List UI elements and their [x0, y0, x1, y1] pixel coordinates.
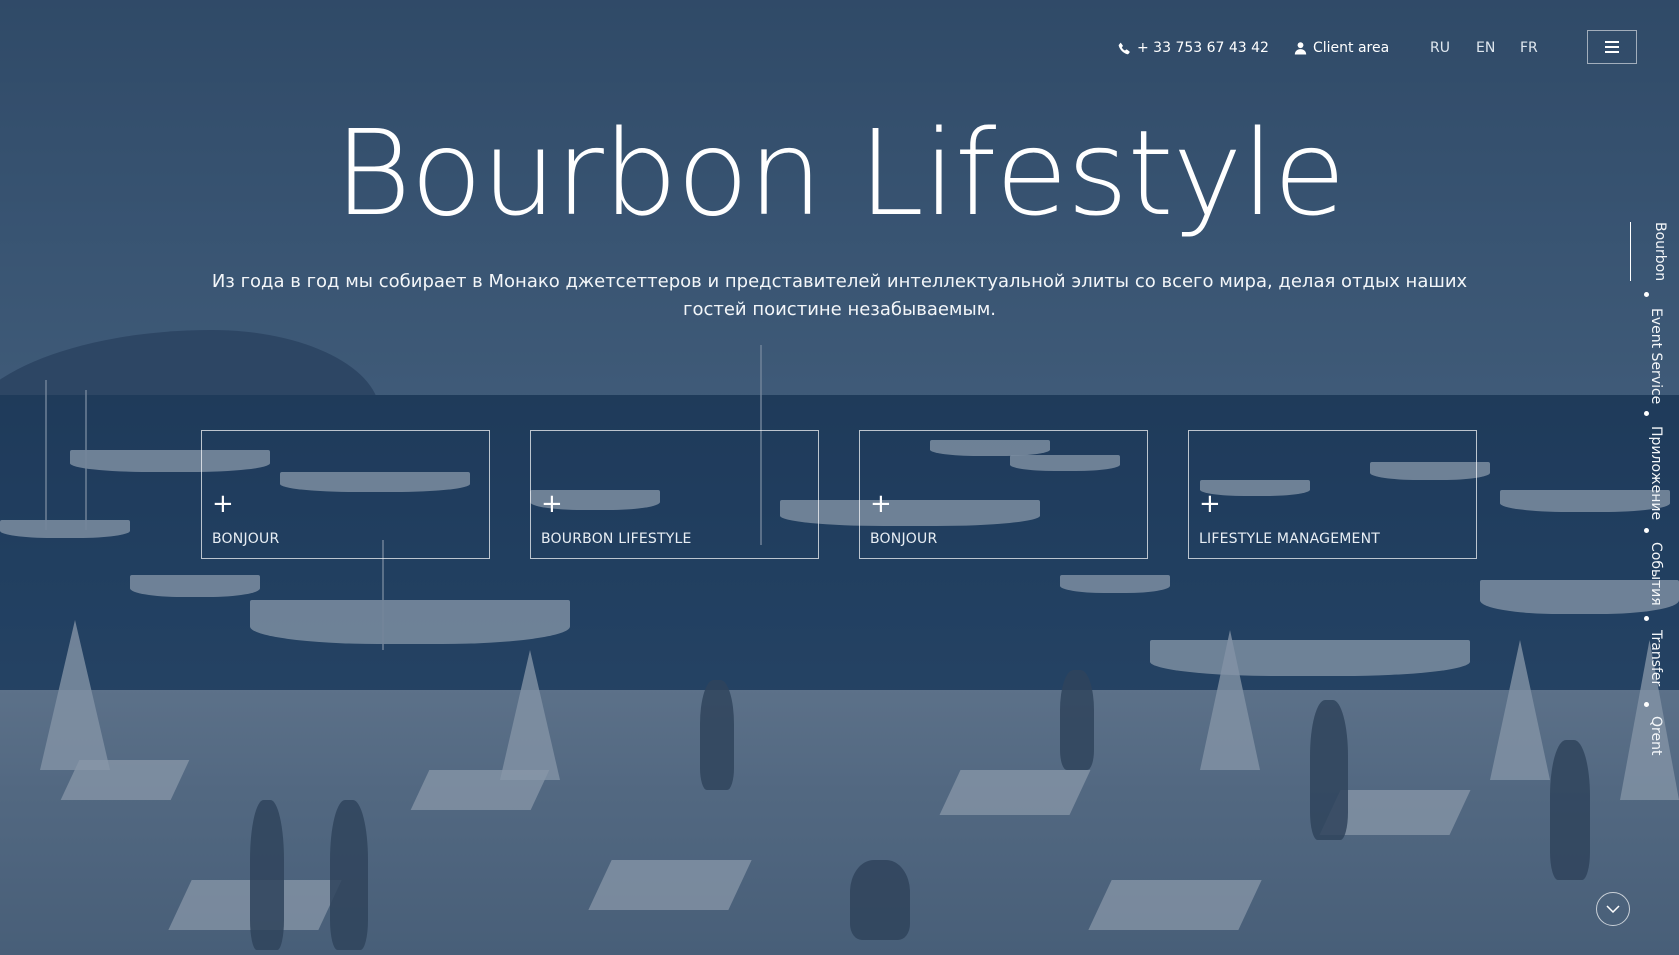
scroll-down-button[interactable]	[1596, 892, 1630, 926]
nav-dot	[1644, 702, 1649, 707]
card-label: BONJOUR	[870, 531, 938, 547]
nav-dot	[1644, 292, 1649, 297]
nav-dot	[1644, 616, 1649, 621]
plus-icon: +	[1199, 489, 1221, 519]
phone-number: + 33 753 67 43 42	[1137, 40, 1269, 56]
service-card-bonjour[interactable]: + BONJOUR	[201, 430, 490, 559]
sidenav-item-app[interactable]: Приложение	[1630, 426, 1664, 520]
service-card-bonjour-2[interactable]: + BONJOUR	[859, 430, 1148, 559]
plus-icon: +	[541, 489, 563, 519]
plus-icon: +	[870, 489, 892, 519]
card-label: BOURBON LIFESTYLE	[541, 531, 692, 547]
sidenav-item-bourbon[interactable]: Bourbon	[1630, 222, 1668, 282]
card-label: LIFESTYLE MANAGEMENT	[1199, 531, 1381, 547]
side-nav: Bourbon Event Service Приложение События…	[1630, 222, 1668, 762]
service-card-bourbon-lifestyle[interactable]: + BOURBON LIFESTYLE	[530, 430, 819, 559]
hero-title: Bourbon Lifestyle	[334, 104, 1346, 242]
top-bar: + 33 753 67 43 42 Client area RU EN FR	[0, 36, 1679, 62]
lang-ru[interactable]: RU	[1430, 40, 1450, 56]
user-icon	[1294, 42, 1307, 55]
client-area-label: Client area	[1313, 40, 1390, 56]
chevron-down-icon	[1606, 905, 1620, 913]
service-card-lifestyle-management[interactable]: + LIFESTYLE MANAGEMENT	[1188, 430, 1477, 559]
menu-button[interactable]	[1587, 30, 1637, 64]
phone-link[interactable]: + 33 753 67 43 42	[1118, 40, 1269, 56]
client-area-link[interactable]: Client area	[1294, 40, 1389, 56]
card-label: BONJOUR	[212, 531, 280, 547]
hero-subtitle: Из года в год мы собирает в Монако джетс…	[211, 271, 1468, 320]
sidenav-item-qrent[interactable]: Qrent	[1630, 716, 1664, 755]
plus-icon: +	[212, 489, 234, 519]
lang-en[interactable]: EN	[1476, 40, 1495, 56]
sidenav-item-event-service[interactable]: Event Service	[1630, 308, 1664, 404]
sidenav-item-transfer[interactable]: Transfer	[1630, 630, 1664, 686]
nav-dot	[1644, 411, 1649, 416]
sidenav-item-events[interactable]: События	[1630, 542, 1664, 606]
phone-icon	[1118, 42, 1130, 54]
hamburger-icon	[1605, 41, 1619, 53]
lang-fr[interactable]: FR	[1520, 40, 1538, 56]
nav-dot	[1644, 528, 1649, 533]
